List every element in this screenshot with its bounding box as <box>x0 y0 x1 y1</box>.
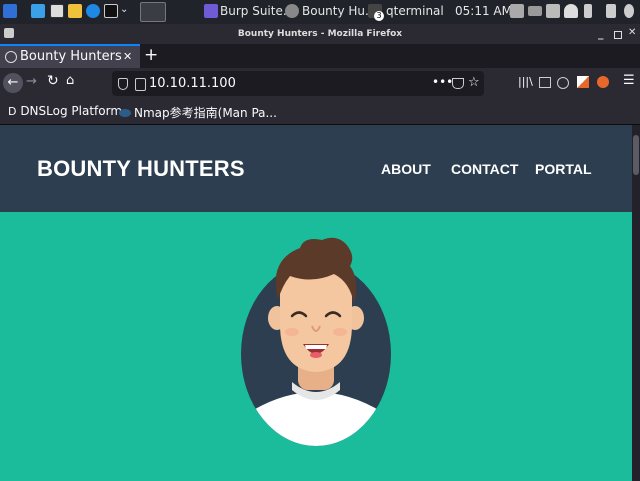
nav-link-about[interactable]: ABOUT <box>381 161 431 177</box>
burp-suite-app-icon <box>204 4 218 18</box>
bookmark-nmap[interactable]: Nmap参考指南(Man Pa... <box>119 104 277 121</box>
hero-section <box>0 212 632 481</box>
lock-screen-icon[interactable] <box>606 4 616 18</box>
os-taskbar: ⌄ Burp Suite... Bounty Hu... 3 qterminal… <box>0 0 640 24</box>
bookmark-label: Nmap参考指南(Man Pa... <box>134 106 277 120</box>
bookmark-dnslog[interactable]: D DNSLog Platform <box>8 104 122 118</box>
foxyproxy-icon[interactable] <box>597 76 609 88</box>
nav-link-portal[interactable]: PORTAL <box>535 161 592 177</box>
new-tab-icon[interactable]: + <box>144 45 158 65</box>
tracking-shield-icon[interactable] <box>118 78 128 90</box>
nmap-eye-icon <box>119 109 131 117</box>
bookmarks-toolbar: D DNSLog Platform Nmap参考指南(Man Pa... <box>0 100 640 125</box>
launcher-dropdown-icon[interactable]: ⌄ <box>120 4 128 15</box>
kali-menu-icon[interactable] <box>3 4 17 18</box>
url-bar[interactable]: 10.10.11.100 ••• ☆ <box>112 71 484 96</box>
network-icon[interactable] <box>546 4 560 18</box>
clock[interactable]: 05:11 AM <box>455 4 512 18</box>
account-icon[interactable] <box>557 77 569 89</box>
firefox-app-icon <box>285 4 299 18</box>
taskbar-app-firefox[interactable]: Bounty Hu... <box>302 4 376 18</box>
tab-title: Bounty Hunters <box>20 49 122 64</box>
tab-favicon-globe-icon <box>5 51 17 63</box>
site-brand[interactable]: BOUNTY HUNTERS <box>37 156 245 182</box>
home-icon[interactable]: ⌂ <box>66 73 74 88</box>
scrollbar-thumb[interactable] <box>633 135 639 175</box>
nav-link-contact[interactable]: CONTACT <box>451 161 518 177</box>
terminal-launcher-icon[interactable] <box>104 4 118 18</box>
power-icon[interactable] <box>624 4 634 18</box>
page-scrollbar[interactable] <box>632 125 640 481</box>
taskbar-app-badge: 3 <box>374 11 384 21</box>
taskbar-app-burp[interactable]: Burp Suite... <box>220 4 294 18</box>
tab-bar: Bounty Hunters ✕ + <box>0 44 640 68</box>
taskbar-app-qterminal[interactable]: qterminal <box>386 4 444 18</box>
file-manager-icon[interactable] <box>50 4 64 18</box>
dnslog-favicon-icon: D <box>8 105 17 118</box>
battery-icon[interactable] <box>584 4 592 18</box>
tab-bounty-hunters[interactable]: Bounty Hunters ✕ <box>0 44 140 68</box>
close-window-icon[interactable]: ✕ <box>628 27 636 38</box>
window-titlebar: Bounty Hunters - Mozilla Firefox _ ✕ <box>0 24 640 44</box>
insecure-connection-icon[interactable] <box>135 78 146 91</box>
tab-close-icon[interactable]: ✕ <box>123 50 132 63</box>
extension-icon[interactable] <box>577 76 589 88</box>
maximize-icon[interactable] <box>614 31 622 39</box>
page-actions-icon[interactable]: ••• <box>432 75 453 89</box>
firefox-launcher-icon[interactable] <box>86 4 100 18</box>
monitor-icon[interactable] <box>510 4 524 18</box>
avatar-illustration <box>241 237 391 446</box>
text-editor-icon[interactable] <box>68 4 82 18</box>
minimize-icon[interactable]: _ <box>598 27 604 40</box>
menu-icon[interactable]: ☰ <box>623 73 635 88</box>
keyboard-icon[interactable] <box>528 6 542 16</box>
notifications-bell-icon[interactable] <box>564 4 578 18</box>
sidebar-icon[interactable] <box>539 77 551 88</box>
url-text[interactable]: 10.10.11.100 <box>149 76 236 91</box>
back-icon[interactable]: ← <box>3 73 23 93</box>
bookmark-star-icon[interactable]: ☆ <box>468 75 480 90</box>
site-header: BOUNTY HUNTERS ABOUT CONTACT PORTAL <box>0 125 632 212</box>
workspace-indicator-icon[interactable] <box>140 2 166 22</box>
bookmark-label: DNSLog Platform <box>20 104 123 118</box>
reload-icon[interactable]: ↻ <box>47 73 59 89</box>
show-desktop-icon[interactable] <box>31 4 45 18</box>
forward-icon[interactable]: → <box>26 74 37 89</box>
library-icon[interactable]: |||\ <box>518 75 533 88</box>
window-title: Bounty Hunters - Mozilla Firefox <box>237 29 403 39</box>
pocket-icon[interactable] <box>452 78 464 89</box>
navigation-toolbar: ← → ↻ ⌂ 10.10.11.100 ••• ☆ |||\ ☰ <box>0 68 640 100</box>
